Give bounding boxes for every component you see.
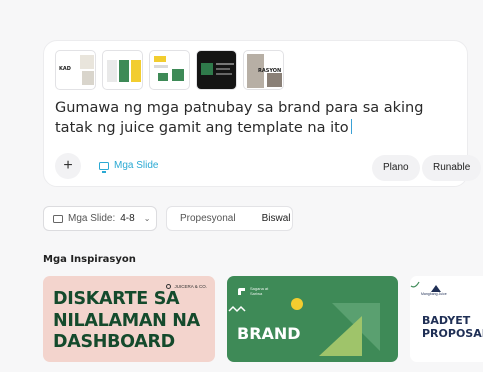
slide-count-label: Mga Slide: xyxy=(68,213,116,224)
card-title-line1: BADYET xyxy=(422,314,471,327)
card-title-line2: PROPOSAL xyxy=(422,327,483,340)
template-thumbnail-2[interactable] xyxy=(102,50,143,90)
segment-professional[interactable]: Propesyonal xyxy=(167,213,249,224)
card-title: BRAND xyxy=(237,324,301,343)
slide-count-value: 4-8 xyxy=(120,213,135,224)
card-brand: Sagana at Sariwa xyxy=(237,286,268,296)
mountain-logo-icon xyxy=(431,285,441,292)
prompt-text: Gumawa ng mga patnubay sa brand para sa … xyxy=(55,100,424,136)
inspiration-card-dashboard[interactable]: JUICERA & CO. DISKARTE SA NILALAMAN NA D… xyxy=(43,276,215,362)
inspirations-heading: Mga Inspirasyon xyxy=(43,254,136,265)
plan-button[interactable]: Plano xyxy=(372,155,420,181)
inspiration-card-budget[interactable]: Mangbang Juice BADYET PROPOSAL xyxy=(410,276,483,362)
card-brand-line2: Sariwa xyxy=(250,291,263,296)
thumbnail-label: RASYON xyxy=(258,68,282,74)
monitor-icon xyxy=(53,214,63,223)
card-decoration xyxy=(410,281,420,288)
template-thumbnails: KAD RASYON xyxy=(55,50,284,90)
monitor-icon xyxy=(99,161,109,173)
add-attachment-button[interactable]: + xyxy=(55,153,81,179)
template-thumbnail-3[interactable] xyxy=(149,50,190,90)
prompt-composer: KAD RASYON Gumawa ng mga patnubay sa bra… xyxy=(43,40,482,187)
segment-visual[interactable]: Biswal xyxy=(249,213,304,224)
thumbnail-label: KAD xyxy=(59,66,71,72)
leaf-logo-icon xyxy=(238,287,245,295)
slides-mode-label: Mga Slide xyxy=(114,160,159,171)
slide-count-select[interactable]: Mga Slide: 4-8 ⌄ xyxy=(43,206,157,231)
inspiration-card-brand[interactable]: Sagana at Sariwa BRAND xyxy=(227,276,398,362)
slides-mode-button[interactable]: Mga Slide xyxy=(99,160,159,173)
card-title: BADYET PROPOSAL xyxy=(422,314,483,340)
template-thumbnail-5[interactable]: RASYON xyxy=(243,50,284,90)
card-title: DISKARTE SA NILALAMAN NA DASHBOARD xyxy=(53,289,200,352)
prompt-input[interactable]: Gumawa ng mga patnubay sa brand para sa … xyxy=(55,98,455,138)
style-segmented-control: Propesyonal Biswal xyxy=(166,206,293,231)
card-brand-label: Mangbang Juice xyxy=(421,292,447,296)
chevron-down-icon: ⌄ xyxy=(143,214,151,223)
text-caret xyxy=(350,119,352,134)
template-thumbnail-4[interactable] xyxy=(196,50,237,90)
template-thumbnail-1[interactable]: KAD xyxy=(55,50,96,90)
run-button[interactable]: Runable xyxy=(422,155,482,181)
